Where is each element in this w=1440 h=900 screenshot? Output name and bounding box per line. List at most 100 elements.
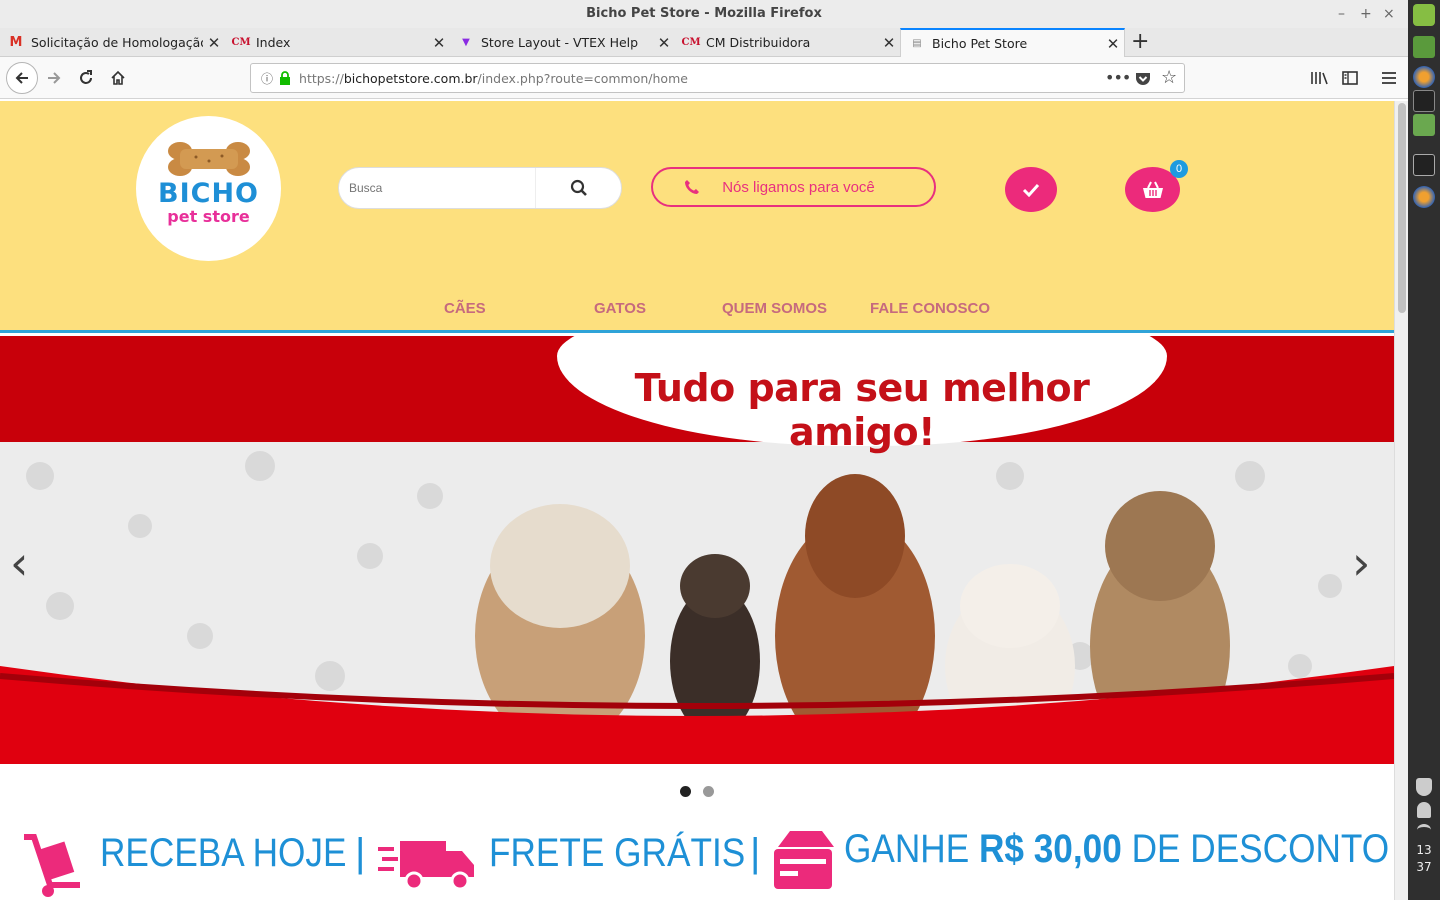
terminal-launcher-icon[interactable] [1413,90,1435,112]
back-arrow-icon [15,72,28,84]
home-button[interactable] [104,64,132,92]
close-window-button[interactable]: × [1383,0,1395,28]
info-icon[interactable]: ⓘ [261,70,273,87]
close-tab-icon[interactable]: ✕ [1102,35,1124,53]
tab-vtex-help[interactable]: ▼ Store Layout - VTEX Help ✕ [450,28,675,57]
back-button[interactable] [6,62,38,94]
basket-icon [1142,181,1163,198]
tab-index[interactable]: CM Index ✕ [225,28,450,57]
reload-icon [80,70,92,84]
scrollbar-thumb[interactable] [1398,103,1406,313]
close-tab-icon[interactable]: ✕ [878,34,900,52]
carousel-dot-1[interactable] [680,786,691,797]
phone-icon [684,179,700,195]
carousel-indicators [0,786,1394,800]
title-bar: Bicho Pet Store - Mozilla Firefox – + × [0,0,1408,28]
desktop-panel: 13 37 [1408,0,1440,900]
promo-frete-gratis: FRETE GRÁTIS [489,831,746,875]
folder-icon[interactable] [1413,114,1435,136]
paw-pattern-background [0,436,1394,764]
sidebar-icon [1342,71,1358,85]
delivery-truck-icon [378,841,474,891]
search-icon [570,179,587,196]
logo-subtitle: pet store [167,206,250,226]
callback-button[interactable]: Nós ligamos para você [651,167,936,207]
promo-receba-hoje: RECEBA HOJE [100,831,347,875]
search-input[interactable] [339,168,535,208]
firefox-launcher-icon[interactable] [1413,66,1435,88]
pocket-icon[interactable] [1135,71,1151,86]
discount-card-icon [774,831,834,889]
page-scrollbar[interactable] [1394,101,1408,900]
user-icon[interactable] [1417,802,1431,818]
hero-banner: Tudo para seu melhor amigo! ‹ › [0,336,1394,764]
tab-label: Bicho Pet Store [932,36,1028,51]
maximize-button[interactable]: + [1360,0,1372,28]
url-bar[interactable]: ⓘ https://bichopetstore.com.br/index.php… [250,63,1185,93]
firefox-window-icon[interactable] [1413,186,1435,208]
url-prefix: https:// [299,70,344,86]
promo-desconto: GANHE R$ 30,00 DE DESCONTO [844,827,1389,872]
sidebar-button[interactable] [1336,64,1364,92]
bookmark-star-icon[interactable]: ☆ [1161,67,1177,88]
menu-item-quem-somos[interactable]: QUEM SOMOS [722,300,827,317]
bone-icon [167,141,250,176]
page-content: BICHO pet store Nós ligamos para você [0,101,1394,900]
hamburger-icon [1382,72,1396,84]
clock-minute: 37 [1416,860,1432,874]
new-tab-button[interactable]: + [1131,28,1149,56]
menu-item-fale-conosco[interactable]: FALE CONOSCO [870,300,990,317]
check-icon [1022,183,1040,197]
tab-strip: M Solicitação de Homologação ( ✕ CM Inde… [0,28,1408,57]
mint-menu-icon[interactable] [1413,4,1435,26]
store-header: BICHO pet store Nós ligamos para você [0,101,1394,333]
close-tab-icon[interactable]: ✕ [203,34,225,52]
minimize-button[interactable]: – [1338,0,1345,28]
carousel-prev-button[interactable]: ‹ [10,536,28,590]
url-path: /index.php?route=common/home [477,70,688,86]
tab-gmail[interactable]: M Solicitação de Homologação ( ✕ [0,28,225,57]
search-button[interactable] [535,168,621,208]
store-logo[interactable]: BICHO pet store [136,116,281,261]
logo-title: BICHO [158,177,259,209]
menu-item-caes[interactable]: CÃES [444,300,486,317]
promo-strip: RECEBA HOJE | FRETE GRÁTIS | GANHE R$ 30… [0,821,1394,900]
banner-slogan: Tudo para seu melhor amigo! [634,366,1090,454]
carousel-next-button[interactable]: › [1352,536,1370,590]
tab-label: Store Layout - VTEX Help [481,35,639,50]
terminal-window-icon[interactable] [1413,154,1435,176]
file-manager-icon[interactable] [1413,36,1435,58]
url-host: bichopetstore.com.br [343,70,478,86]
page-actions-icon[interactable]: ••• [1105,68,1131,87]
menu-item-gatos[interactable]: GATOS [594,300,646,317]
carousel-dot-2[interactable] [703,786,714,797]
hand-truck-icon [24,834,80,897]
cm-icon: CM [681,37,701,48]
close-tab-icon[interactable]: ✕ [428,34,450,52]
promo-separator: | [355,831,366,875]
menu-button[interactable] [1375,64,1403,92]
tab-bicho-pet-store[interactable]: ▤ Bicho Pet Store ✕ [900,28,1125,57]
reload-button[interactable] [72,64,100,92]
close-tab-icon[interactable]: ✕ [653,34,675,52]
library-icon [1311,72,1328,85]
panel-clock[interactable]: 13 37 [1408,842,1440,876]
tab-label: Index [256,35,291,50]
forward-button[interactable] [40,64,68,92]
library-button[interactable] [1305,64,1333,92]
lock-icon [280,71,291,85]
tab-label: Solicitação de Homologação ( [31,35,203,50]
search-box [338,167,622,209]
navigation-toolbar: ⓘ https://bichopetstore.com.br/index.php… [0,57,1408,99]
callback-label: Nós ligamos para você [722,178,875,196]
tab-label: CM Distribuidora [706,35,811,50]
vtex-icon: ▼ [462,37,470,48]
wifi-icon[interactable] [1417,824,1431,836]
main-menu: CÃES GATOS QUEM SOMOS FALE CONOSCO [0,300,1394,320]
promo-separator: | [750,831,761,875]
checkout-button[interactable] [1005,167,1057,212]
shield-icon[interactable] [1416,778,1432,796]
tab-cm-distribuidora[interactable]: CM CM Distribuidora ✕ [675,28,900,57]
promo-desconto-value: R$ 30,00 [978,827,1122,871]
firefox-window: Bicho Pet Store - Mozilla Firefox – + × … [0,0,1408,900]
